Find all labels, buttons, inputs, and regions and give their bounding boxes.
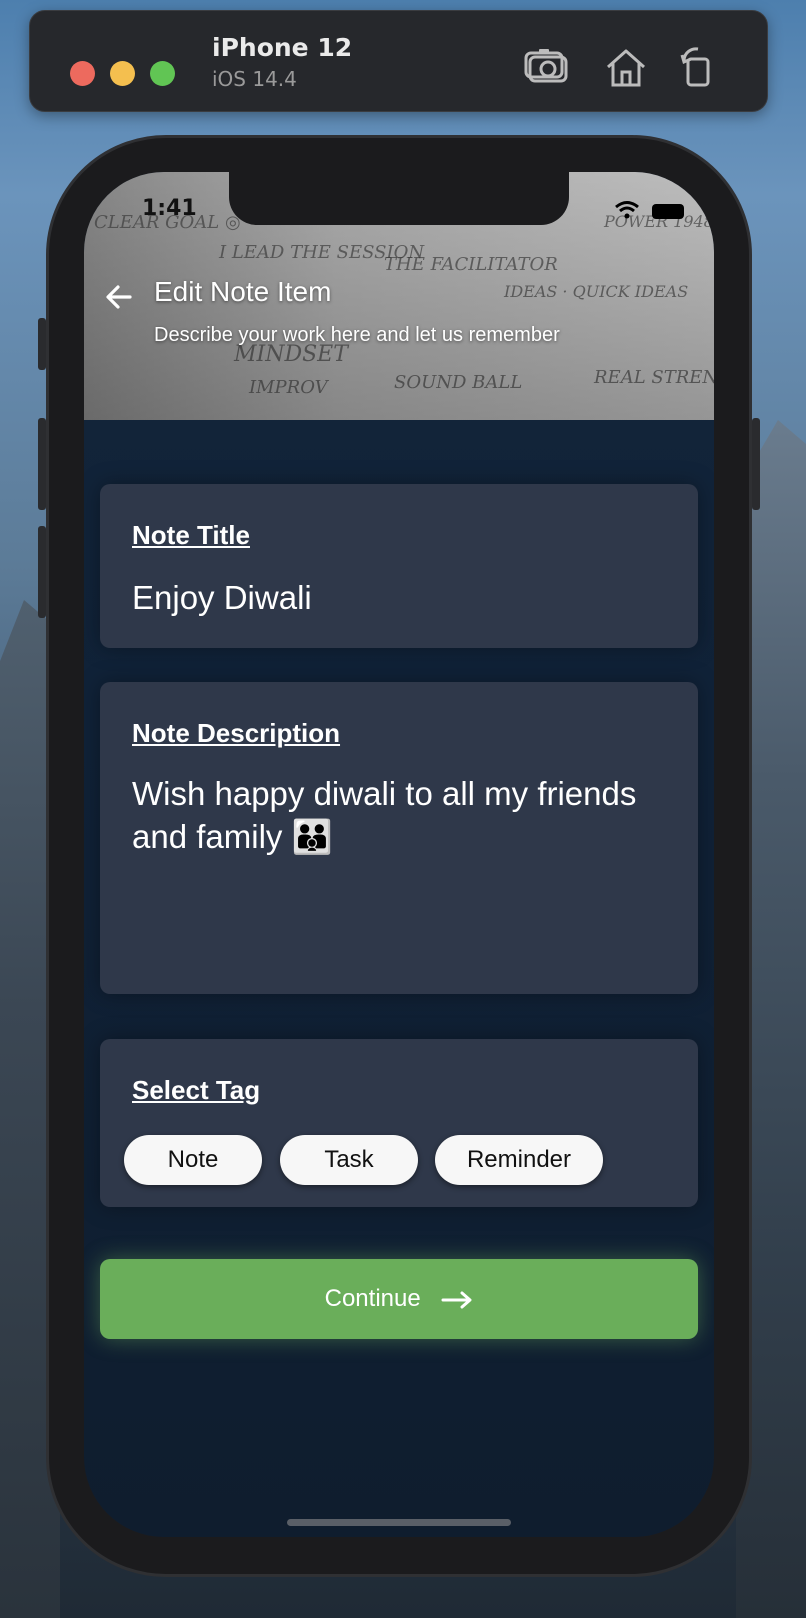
note-description-label: Note Description bbox=[132, 718, 341, 748]
note-title-input[interactable]: Enjoy Diwali bbox=[132, 576, 670, 619]
rotate-icon[interactable] bbox=[674, 43, 722, 91]
os-version: iOS 14.4 bbox=[212, 67, 297, 91]
home-icon[interactable] bbox=[602, 43, 650, 91]
simulator-title-bar: iPhone 12 iOS 14.4 bbox=[29, 10, 768, 112]
screenshot-icon[interactable] bbox=[524, 43, 572, 91]
tag-reminder-chip[interactable]: Reminder bbox=[435, 1135, 603, 1185]
status-time: 1:41 bbox=[142, 196, 197, 221]
note-description-card: Note Description Wish happy diwali to al… bbox=[100, 682, 698, 994]
page-subtitle: Describe your work here and let us remem… bbox=[154, 324, 560, 346]
arrow-left-icon[interactable] bbox=[104, 282, 134, 312]
power-button bbox=[752, 418, 760, 510]
close-window-button[interactable] bbox=[70, 61, 95, 86]
page-title: Edit Note Item bbox=[154, 276, 332, 307]
home-indicator bbox=[287, 1519, 511, 1526]
app-screen: CLEAR GOAL ◎ I LEAD THE SESSION THE FACI… bbox=[84, 172, 714, 1537]
device-name: iPhone 12 bbox=[212, 33, 353, 62]
continue-button[interactable]: Continue bbox=[100, 1259, 698, 1339]
note-title-label: Note Title bbox=[132, 520, 250, 550]
battery-icon bbox=[652, 204, 684, 219]
volume-up-button bbox=[38, 418, 46, 510]
tag-task-chip[interactable]: Task bbox=[280, 1135, 418, 1185]
header-banner: CLEAR GOAL ◎ I LEAD THE SESSION THE FACI… bbox=[84, 172, 714, 420]
note-title-card: Note Title Enjoy Diwali bbox=[100, 484, 698, 648]
zoom-window-button[interactable] bbox=[150, 61, 175, 86]
mute-switch bbox=[38, 318, 46, 370]
wifi-icon bbox=[615, 201, 639, 219]
status-icons bbox=[564, 200, 684, 222]
volume-down-button bbox=[38, 526, 46, 618]
minimize-window-button[interactable] bbox=[110, 61, 135, 86]
note-description-input[interactable]: Wish happy diwali to all my friends and … bbox=[132, 772, 670, 858]
select-tag-card: Select Tag Note Task Reminder bbox=[100, 1039, 698, 1207]
tag-note-chip[interactable]: Note bbox=[124, 1135, 262, 1185]
arrow-right-icon bbox=[441, 1291, 472, 1309]
select-tag-label: Select Tag bbox=[132, 1075, 261, 1105]
notch bbox=[229, 172, 569, 225]
continue-label: Continue bbox=[324, 1285, 421, 1312]
